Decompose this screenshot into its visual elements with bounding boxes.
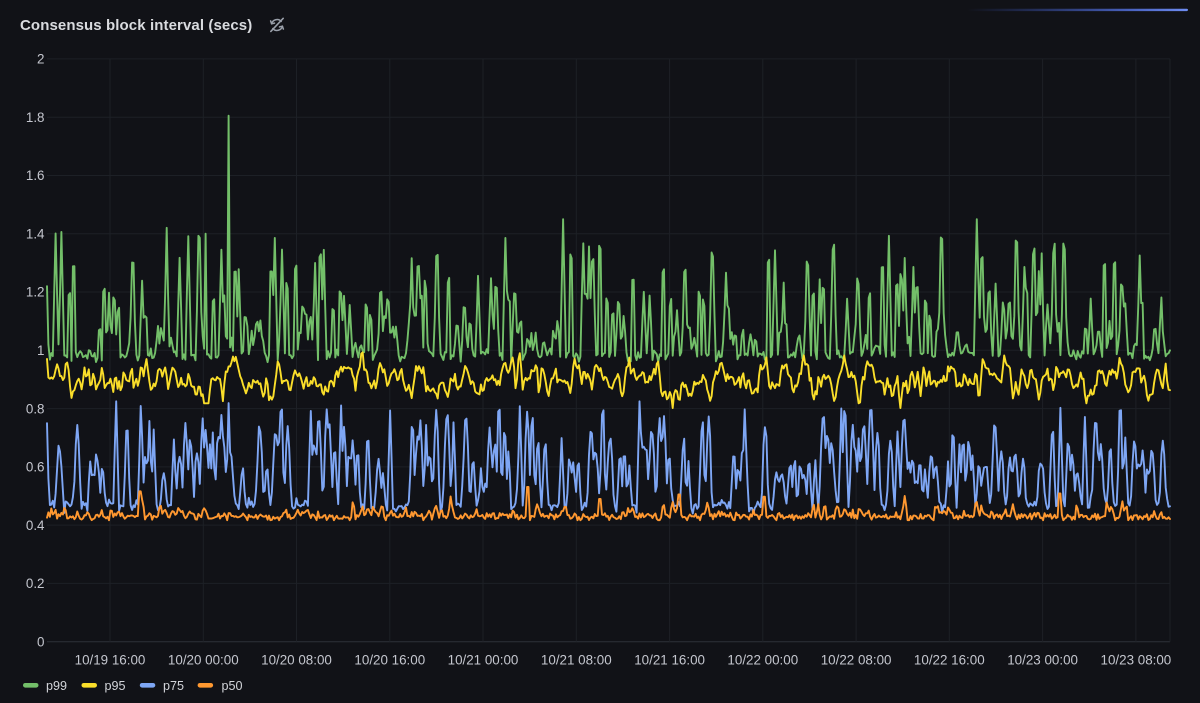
svg-text:10/19 16:00: 10/19 16:00 bbox=[75, 652, 146, 667]
svg-text:p50: p50 bbox=[222, 679, 243, 693]
svg-text:10/23 08:00: 10/23 08:00 bbox=[1101, 652, 1172, 667]
svg-text:10/21 16:00: 10/21 16:00 bbox=[634, 652, 705, 667]
svg-text:2: 2 bbox=[37, 52, 44, 67]
svg-text:1.6: 1.6 bbox=[26, 168, 45, 183]
svg-text:1: 1 bbox=[37, 343, 44, 358]
svg-text:10/20 08:00: 10/20 08:00 bbox=[261, 652, 332, 667]
svg-text:p75: p75 bbox=[163, 679, 184, 693]
svg-text:10/20 16:00: 10/20 16:00 bbox=[354, 652, 425, 667]
svg-text:10/21 00:00: 10/21 00:00 bbox=[448, 652, 519, 667]
svg-text:0.8: 0.8 bbox=[26, 401, 45, 416]
svg-text:10/21 08:00: 10/21 08:00 bbox=[541, 652, 612, 667]
svg-text:1.4: 1.4 bbox=[26, 226, 45, 241]
svg-text:10/23 00:00: 10/23 00:00 bbox=[1007, 652, 1078, 667]
svg-text:10/22 00:00: 10/22 00:00 bbox=[727, 652, 798, 667]
svg-text:0.6: 0.6 bbox=[26, 460, 45, 475]
svg-text:0.2: 0.2 bbox=[26, 576, 45, 591]
svg-text:p99: p99 bbox=[46, 679, 67, 693]
svg-text:1.8: 1.8 bbox=[26, 110, 45, 125]
svg-text:Consensus block interval (secs: Consensus block interval (secs) bbox=[20, 17, 252, 34]
svg-text:10/20 00:00: 10/20 00:00 bbox=[168, 652, 239, 667]
svg-text:0.4: 0.4 bbox=[26, 518, 45, 533]
svg-text:10/22 08:00: 10/22 08:00 bbox=[821, 652, 892, 667]
svg-text:p95: p95 bbox=[105, 679, 126, 693]
svg-text:10/22 16:00: 10/22 16:00 bbox=[914, 652, 985, 667]
svg-text:1.2: 1.2 bbox=[26, 285, 45, 300]
svg-text:0: 0 bbox=[37, 634, 44, 649]
